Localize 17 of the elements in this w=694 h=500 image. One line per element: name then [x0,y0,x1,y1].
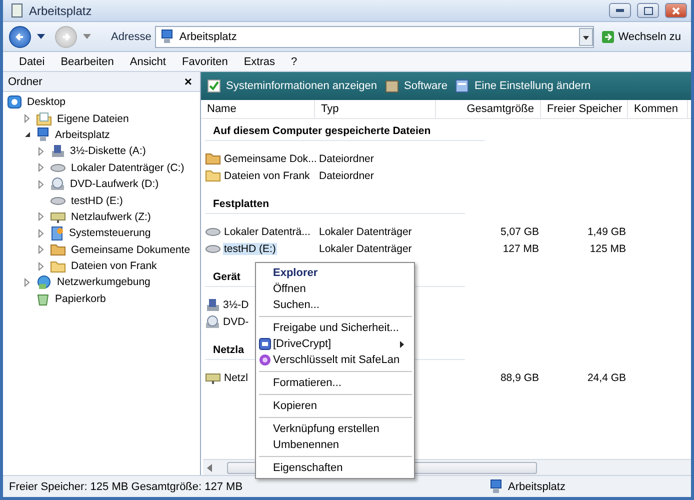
table-cell-text: Dateiordner [319,152,375,164]
table-cell-text: Lokaler Datenträger [319,226,413,238]
group-header: Festplatten [205,193,465,214]
table-cell-text: Lokaler Datenträger [319,242,413,254]
table-cell-text: 125 MB [588,242,627,254]
status-location: Arbeitsplatz [508,480,566,492]
table-cell-text: 127 MB [502,242,540,254]
window-title: Arbeitsplatz [29,4,93,18]
status-text: Freier Speicher: 125 MB Gesamtgröße: 127 MB [9,480,244,492]
table-cell-text: Dateiordner [319,170,375,182]
address-label: Adresse [111,30,152,42]
group-header: Auf diesem Computer gespeicherte Dateien [205,120,485,141]
table-cell-text: 24,4 GB [586,372,627,384]
table-cell-text: 5,07 GB [499,226,540,238]
table-cell-text: 1,49 GB [586,226,627,238]
pane-title: Ordner [8,76,42,88]
table-cell-text: 88,9 GB [499,372,540,384]
